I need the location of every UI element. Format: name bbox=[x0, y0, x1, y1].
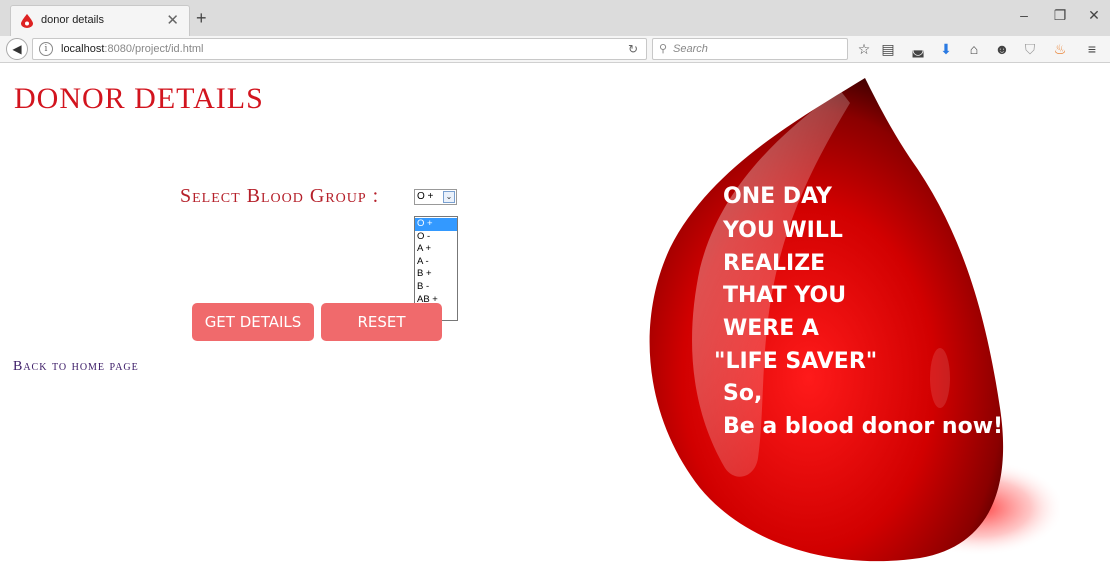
menu-icon[interactable]: ≡ bbox=[1084, 41, 1100, 57]
blood-drop-image bbox=[649, 78, 1060, 562]
blood-group-selected-value: O + bbox=[417, 191, 434, 202]
option-o-negative[interactable]: O - bbox=[415, 231, 457, 244]
url-text: localhost:8080/project/id.html bbox=[61, 43, 203, 55]
home-icon[interactable]: ⌂ bbox=[966, 41, 982, 57]
drop-message-line-5: WERE A bbox=[723, 316, 819, 341]
tab-bar: donor details ✕ + – ❐ ✕ bbox=[0, 0, 1110, 36]
bookmark-star-icon[interactable]: ☆ bbox=[856, 41, 872, 57]
reset-button[interactable]: RESET bbox=[321, 303, 442, 341]
option-b-negative[interactable]: B - bbox=[415, 281, 457, 294]
reload-icon[interactable]: ↻ bbox=[628, 42, 638, 56]
drop-message-line-7: So, bbox=[723, 381, 763, 406]
new-tab-icon[interactable]: + bbox=[196, 8, 207, 29]
option-a-negative[interactable]: A - bbox=[415, 256, 457, 269]
info-icon[interactable]: i bbox=[39, 42, 53, 56]
tab-title: donor details bbox=[41, 14, 104, 26]
minimize-icon[interactable]: – bbox=[1014, 7, 1034, 23]
option-b-positive[interactable]: B + bbox=[415, 268, 457, 281]
pocket-icon[interactable]: ◛ bbox=[910, 41, 926, 57]
search-input[interactable] bbox=[673, 41, 843, 57]
page-title: DONOR DETAILS bbox=[14, 82, 264, 115]
shield-icon[interactable]: ⛉ bbox=[1022, 41, 1038, 57]
option-a-positive[interactable]: A + bbox=[415, 243, 457, 256]
navigation-bar: ◀ i localhost:8080/project/id.html ↻ ⚲ ☆… bbox=[0, 36, 1110, 63]
url-path: :8080/project/id.html bbox=[104, 43, 204, 55]
search-box[interactable]: ⚲ bbox=[652, 38, 848, 60]
search-icon: ⚲ bbox=[659, 43, 668, 55]
drop-message-line-6: "LIFE SAVER" bbox=[714, 349, 878, 374]
drop-message-line-8: Be a blood donor now! bbox=[723, 414, 1004, 439]
reading-list-icon[interactable]: ▤ bbox=[880, 41, 896, 57]
restore-icon[interactable]: ❐ bbox=[1050, 7, 1070, 24]
select-blood-group-label: Select Blood Group : bbox=[180, 185, 380, 207]
close-window-icon[interactable]: ✕ bbox=[1084, 7, 1104, 24]
address-bar[interactable]: i localhost:8080/project/id.html ↻ bbox=[32, 38, 647, 60]
get-details-button[interactable]: GET DETAILS bbox=[192, 303, 314, 341]
drop-message-line-4: THAT YOU bbox=[723, 283, 847, 308]
url-host: localhost bbox=[61, 43, 105, 55]
blood-drop-favicon-icon bbox=[21, 14, 33, 28]
extension-flame-icon[interactable]: ♨ bbox=[1052, 41, 1068, 57]
back-arrow-icon[interactable]: ◀ bbox=[6, 38, 28, 60]
drop-message-line-1: ONE DAY bbox=[723, 184, 832, 209]
chevron-down-icon[interactable]: ⌄ bbox=[443, 191, 455, 203]
close-tab-icon[interactable]: ✕ bbox=[166, 11, 179, 29]
tab-donor-details[interactable]: donor details ✕ bbox=[10, 5, 190, 36]
browser-window: donor details ✕ + – ❐ ✕ ◀ i localhost:80… bbox=[0, 0, 1110, 565]
drop-message-line-3: REALIZE bbox=[723, 251, 826, 276]
download-icon[interactable]: ⬇ bbox=[938, 41, 954, 57]
drop-message-line-2: YOU WILL bbox=[723, 218, 843, 243]
option-o-positive[interactable]: O + bbox=[415, 218, 457, 231]
back-to-home-link[interactable]: Back to home page bbox=[13, 359, 139, 375]
chat-icon[interactable]: ☻ bbox=[994, 41, 1010, 57]
blood-group-select[interactable]: O + ⌄ bbox=[414, 189, 457, 205]
